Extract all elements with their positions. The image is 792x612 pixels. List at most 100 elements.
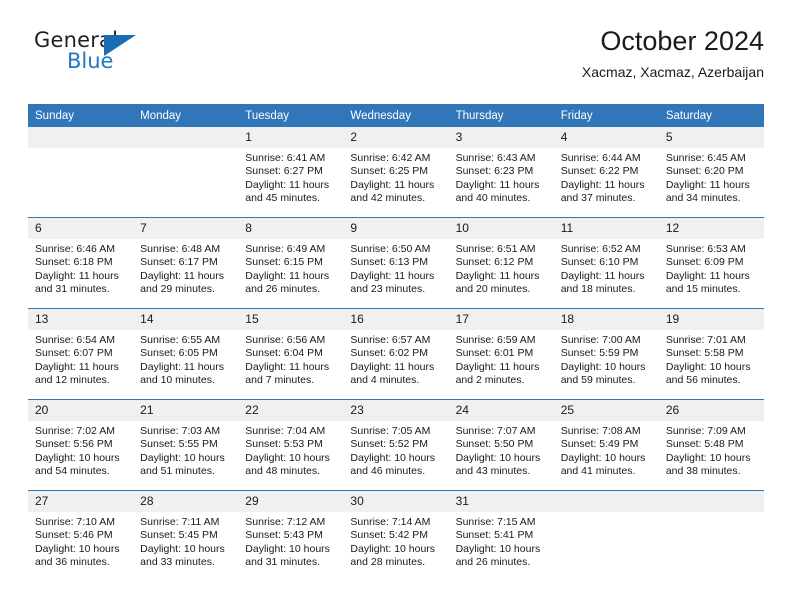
calendar-day-cell[interactable]: 2 Sunrise: 6:42 AM Sunset: 6:25 PM Daylight…	[343, 127, 449, 218]
day-details: Sunrise: 7:02 AM Sunset: 5:56 PM Daylight:…	[28, 421, 133, 478]
calendar-day-cell[interactable]: 1 Sunrise: 6:41 AM Sunset: 6:27 PM Daylight…	[238, 127, 344, 218]
calendar-day-cell[interactable]: 3 Sunrise: 6:43 AM Sunset: 6:23 PM Daylight…	[448, 127, 554, 218]
sunrise-text: Sunrise: 7:04 AM	[245, 425, 326, 437]
day-number: 18	[553, 309, 659, 330]
weekday-header-thursday: Thursday	[448, 104, 554, 127]
day-number: 31	[448, 491, 554, 512]
calendar-day-cell[interactable]: 25 Sunrise: 7:08 AM Sunset: 5:49 PM Dayligh…	[553, 399, 659, 491]
daylight-text: Daylight: 11 hours and 42 minutes.	[350, 178, 435, 204]
sunset-text: Sunset: 6:13 PM	[350, 256, 429, 269]
day-number: 29	[238, 491, 344, 512]
sunrise-text: Sunrise: 7:10 AM	[35, 516, 115, 528]
day-number	[28, 127, 134, 148]
daylight-text: Daylight: 11 hours and 20 minutes.	[455, 269, 540, 295]
day-number: 24	[448, 400, 554, 421]
daylight-text: Daylight: 11 hours and 4 minutes.	[350, 360, 435, 386]
sunrise-text: Sunrise: 6:51 AM	[455, 243, 536, 255]
day-details	[659, 512, 764, 516]
sunset-text: Sunset: 6:22 PM	[560, 165, 639, 178]
day-details: Sunrise: 7:08 AM Sunset: 5:49 PM Daylight:…	[554, 421, 659, 478]
calendar-day-cell[interactable]: 8 Sunrise: 6:49 AM Sunset: 6:15 PM Daylight…	[238, 217, 344, 309]
calendar-day-cell[interactable]: 6 Sunrise: 6:46 AM Sunset: 6:18 PM Daylight…	[28, 217, 134, 309]
day-details: Sunrise: 6:56 AM Sunset: 6:04 PM Daylight:…	[238, 330, 343, 387]
sunrise-text: Sunrise: 6:42 AM	[350, 152, 431, 164]
calendar-day-cell[interactable]: 31 Sunrise: 7:15 AM Sunset: 5:41 PM Dayligh…	[448, 490, 554, 581]
day-details: Sunrise: 6:49 AM Sunset: 6:15 PM Daylight:…	[238, 239, 343, 296]
calendar-day-cell[interactable]: 7 Sunrise: 6:48 AM Sunset: 6:17 PM Daylight…	[133, 217, 239, 309]
calendar-day-cell[interactable]: 22 Sunrise: 7:04 AM Sunset: 5:53 PM Dayligh…	[238, 399, 344, 491]
calendar-day-cell[interactable]: 28 Sunrise: 7:11 AM Sunset: 5:45 PM Dayligh…	[133, 490, 239, 581]
day-details: Sunrise: 6:57 AM Sunset: 6:02 PM Daylight:…	[343, 330, 448, 387]
daylight-text: Daylight: 11 hours and 45 minutes.	[245, 178, 330, 204]
sunset-text: Sunset: 6:18 PM	[35, 256, 113, 269]
brand-logo[interactable]: General Blue	[34, 30, 234, 86]
sunrise-text: Sunrise: 7:08 AM	[560, 425, 641, 437]
calendar-day-cell[interactable]: 14 Sunrise: 6:55 AM Sunset: 6:05 PM Dayligh…	[133, 308, 239, 400]
calendar-day-cell[interactable]: 5 Sunrise: 6:45 AM Sunset: 6:20 PM Daylight…	[658, 127, 764, 218]
daylight-text: Daylight: 11 hours and 29 minutes.	[140, 269, 224, 295]
daylight-text: Daylight: 11 hours and 10 minutes.	[140, 360, 224, 386]
calendar-day-cell[interactable]: 23 Sunrise: 7:05 AM Sunset: 5:52 PM Dayligh…	[343, 399, 449, 491]
sunrise-text: Sunrise: 6:55 AM	[140, 334, 221, 346]
calendar-day-cell[interactable]: 18 Sunrise: 7:00 AM Sunset: 5:59 PM Dayligh…	[553, 308, 659, 400]
day-details: Sunrise: 6:43 AM Sunset: 6:23 PM Daylight:…	[449, 148, 554, 205]
calendar-day-cell[interactable]: 15 Sunrise: 6:56 AM Sunset: 6:04 PM Dayligh…	[238, 308, 344, 400]
calendar-day-cell[interactable]: 4 Sunrise: 6:44 AM Sunset: 6:22 PM Daylight…	[553, 127, 659, 218]
daylight-text: Daylight: 10 hours and 38 minutes.	[665, 451, 751, 477]
calendar-day-cell[interactable]: 12 Sunrise: 6:53 AM Sunset: 6:09 PM Dayligh…	[658, 217, 764, 309]
calendar-day-cell[interactable]: 29 Sunrise: 7:12 AM Sunset: 5:43 PM Dayligh…	[238, 490, 344, 581]
day-details: Sunrise: 7:11 AM Sunset: 5:45 PM Daylight:…	[133, 512, 238, 569]
day-details: Sunrise: 6:53 AM Sunset: 6:09 PM Daylight:…	[659, 239, 764, 296]
calendar-day-cell[interactable]: 27 Sunrise: 7:10 AM Sunset: 5:46 PM Dayligh…	[28, 490, 134, 581]
calendar-day-cell[interactable]: 16 Sunrise: 6:57 AM Sunset: 6:02 PM Dayligh…	[343, 308, 449, 400]
daylight-text: Daylight: 10 hours and 33 minutes.	[140, 542, 225, 568]
sunrise-text: Sunrise: 7:14 AM	[350, 516, 431, 528]
calendar-day-cell[interactable]: 24 Sunrise: 7:07 AM Sunset: 5:50 PM Dayligh…	[448, 399, 554, 491]
day-details: Sunrise: 7:10 AM Sunset: 5:46 PM Daylight:…	[28, 512, 133, 569]
day-number: 6	[28, 218, 134, 239]
daylight-text: Daylight: 11 hours and 34 minutes.	[665, 178, 750, 204]
sunrise-text: Sunrise: 6:56 AM	[245, 334, 326, 346]
page-subtitle: Xacmaz, Xacmaz, Azerbaijan	[581, 64, 764, 81]
day-number: 30	[343, 491, 449, 512]
day-details: Sunrise: 7:04 AM Sunset: 5:53 PM Daylight:…	[238, 421, 343, 478]
sunset-text: Sunset: 5:48 PM	[665, 438, 744, 451]
calendar-day-cell[interactable]: 20 Sunrise: 7:02 AM Sunset: 5:56 PM Dayligh…	[28, 399, 134, 491]
page-title: October 2024	[600, 26, 764, 56]
sunset-text: Sunset: 6:02 PM	[350, 347, 429, 360]
daylight-text: Daylight: 10 hours and 43 minutes.	[455, 451, 541, 477]
calendar-day-cell[interactable]: 9 Sunrise: 6:50 AM Sunset: 6:13 PM Daylight…	[343, 217, 449, 309]
sunrise-text: Sunrise: 7:11 AM	[140, 516, 220, 528]
day-details: Sunrise: 7:09 AM Sunset: 5:48 PM Daylight:…	[659, 421, 764, 478]
calendar-day-cell[interactable]: 17 Sunrise: 6:59 AM Sunset: 6:01 PM Dayligh…	[448, 308, 554, 400]
day-details	[554, 512, 659, 516]
daylight-text: Daylight: 10 hours and 48 minutes.	[245, 451, 330, 477]
calendar-day-cell[interactable]: 19 Sunrise: 7:01 AM Sunset: 5:58 PM Dayligh…	[658, 308, 764, 400]
day-number	[553, 491, 659, 512]
calendar-day-cell[interactable]: 21 Sunrise: 7:03 AM Sunset: 5:55 PM Dayligh…	[133, 399, 239, 491]
day-number: 15	[238, 309, 344, 330]
day-number	[133, 127, 239, 148]
calendar-page: General Blue October 2024 Xacmaz, Xacmaz…	[0, 0, 792, 612]
day-number: 4	[553, 127, 659, 148]
day-number: 13	[28, 309, 134, 330]
daylight-text: Daylight: 10 hours and 41 minutes.	[560, 451, 646, 477]
calendar-day-cell[interactable]: 26 Sunrise: 7:09 AM Sunset: 5:48 PM Dayligh…	[658, 399, 764, 491]
calendar-day-cell[interactable]: 13 Sunrise: 6:54 AM Sunset: 6:07 PM Dayligh…	[28, 308, 134, 400]
day-number: 10	[448, 218, 554, 239]
sunrise-text: Sunrise: 7:07 AM	[455, 425, 536, 437]
calendar-day-cell[interactable]: 10 Sunrise: 6:51 AM Sunset: 6:12 PM Dayligh…	[448, 217, 554, 309]
sunset-text: Sunset: 6:20 PM	[665, 165, 744, 178]
sunrise-text: Sunrise: 7:15 AM	[455, 516, 536, 528]
sunset-text: Sunset: 5:45 PM	[140, 529, 218, 542]
day-details: Sunrise: 6:59 AM Sunset: 6:01 PM Daylight:…	[449, 330, 554, 387]
day-number: 14	[133, 309, 239, 330]
day-number: 1	[238, 127, 344, 148]
sunset-text: Sunset: 6:15 PM	[245, 256, 323, 269]
day-details: Sunrise: 7:07 AM Sunset: 5:50 PM Daylight:…	[449, 421, 554, 478]
calendar-day-cell[interactable]: 11 Sunrise: 6:52 AM Sunset: 6:10 PM Dayligh…	[553, 217, 659, 309]
calendar-day-cell[interactable]: 30 Sunrise: 7:14 AM Sunset: 5:42 PM Dayligh…	[343, 490, 449, 581]
calendar-empty-cell	[658, 490, 764, 581]
day-details: Sunrise: 7:00 AM Sunset: 5:59 PM Daylight:…	[554, 330, 659, 387]
sunrise-text: Sunrise: 6:59 AM	[455, 334, 536, 346]
